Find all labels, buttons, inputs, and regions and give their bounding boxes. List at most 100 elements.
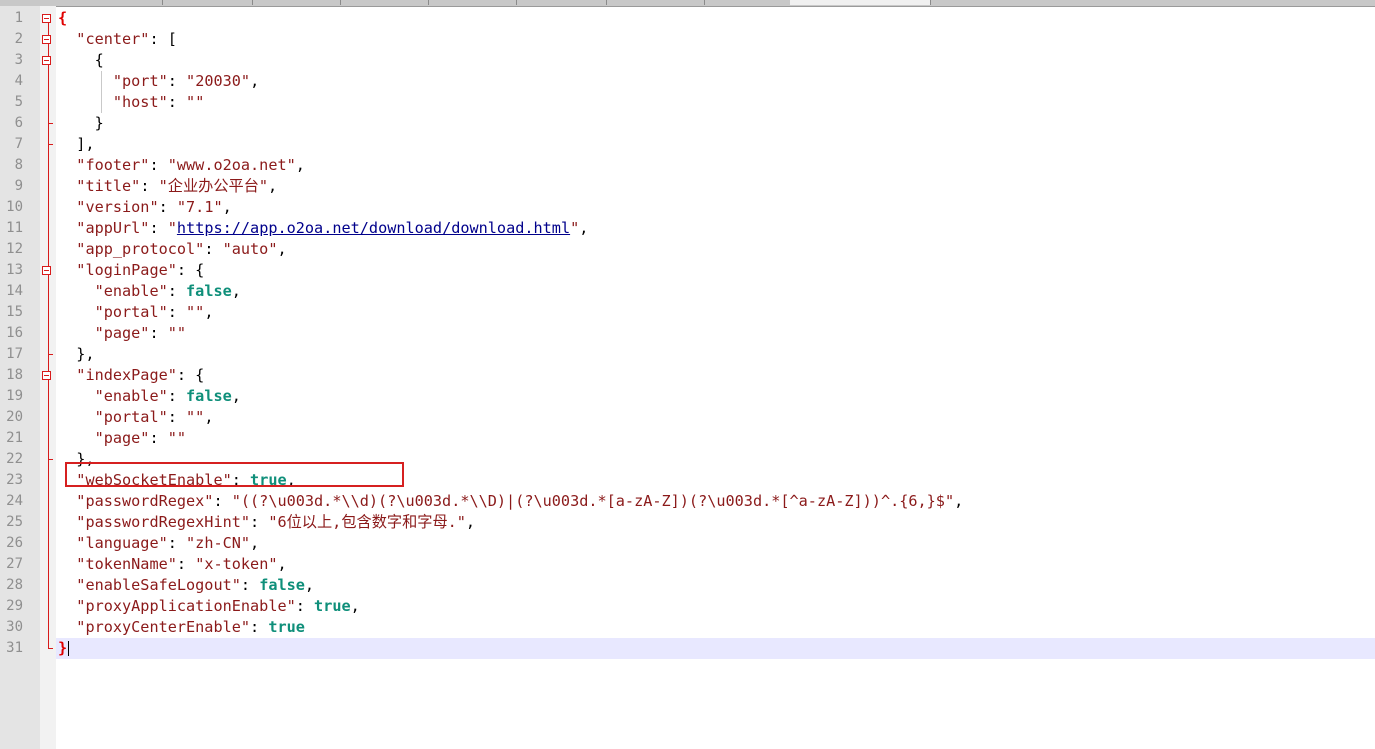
code-text[interactable]: } <box>58 113 104 134</box>
code-text[interactable]: "title": "企业办公平台", <box>58 176 277 197</box>
code-text[interactable]: "portal": "", <box>58 407 214 428</box>
code-text[interactable]: "indexPage": { <box>58 365 204 386</box>
tab[interactable] <box>606 0 705 5</box>
url-link[interactable]: https://app.o2oa.net/download/download.h… <box>177 219 570 237</box>
code-text[interactable]: } <box>58 638 70 659</box>
code-text[interactable]: "version": "7.1", <box>58 197 231 218</box>
code-line[interactable]: 7 ], <box>0 134 1375 155</box>
code-text[interactable]: "tokenName": "x-token", <box>58 554 286 575</box>
code-text[interactable]: "loginPage": { <box>58 260 204 281</box>
tab[interactable] <box>516 0 607 5</box>
code-token: : <box>167 534 187 552</box>
text-caret <box>68 641 70 656</box>
code-text[interactable]: "host": "" <box>58 92 204 113</box>
code-line[interactable]: 15 "portal": "", <box>0 302 1375 323</box>
code-token: : <box>167 72 187 90</box>
code-text[interactable]: "portal": "", <box>58 302 214 323</box>
tab[interactable] <box>72 0 163 5</box>
code-line[interactable]: 17 }, <box>0 344 1375 365</box>
code-text[interactable]: { <box>58 50 104 71</box>
code-text[interactable]: }, <box>58 344 94 365</box>
code-token: "version" <box>76 198 159 216</box>
code-line[interactable]: 3 { <box>0 50 1375 71</box>
code-token: "auto" <box>222 240 278 258</box>
fold-toggle-icon[interactable] <box>42 56 51 65</box>
code-line[interactable]: 27 "tokenName": "x-token", <box>0 554 1375 575</box>
tab[interactable] <box>252 0 341 5</box>
code-line[interactable]: 31} <box>6 638 1375 659</box>
line-number: 14 <box>6 283 23 299</box>
fold-toggle-icon[interactable] <box>42 266 51 275</box>
code-text[interactable]: "footer": "www.o2oa.net", <box>58 155 305 176</box>
code-token: "passwordRegexHint" <box>76 513 251 531</box>
code-text[interactable]: "passwordRegexHint": "6位以上,包含数字和字母.", <box>58 512 475 533</box>
code-text[interactable]: "page": "" <box>58 323 186 344</box>
code-text[interactable]: "enable": false, <box>58 386 241 407</box>
code-line[interactable]: 6 } <box>0 113 1375 134</box>
code-line[interactable]: 25 "passwordRegexHint": "6位以上,包含数字和字母.", <box>0 512 1375 533</box>
fold-toggle-icon[interactable] <box>42 371 51 380</box>
code-line[interactable]: 29 "proxyApplicationEnable": true, <box>0 596 1375 617</box>
line-number: 27 <box>6 556 23 572</box>
code-line[interactable]: 1{ <box>0 8 1375 29</box>
code-line[interactable]: 5 "host": "" <box>0 92 1375 113</box>
code-text[interactable]: "port": "20030", <box>58 71 259 92</box>
code-token: false <box>259 576 305 594</box>
line-number: 12 <box>6 241 23 257</box>
code-line[interactable]: 12 "app_protocol": "auto", <box>0 239 1375 260</box>
code-line[interactable]: 8 "footer": "www.o2oa.net", <box>0 155 1375 176</box>
code-token: ], <box>58 135 95 153</box>
code-text[interactable]: "language": "zh-CN", <box>58 533 259 554</box>
code-text[interactable]: "proxyCenterEnable": true <box>58 617 305 638</box>
code-token: : <box>176 555 196 573</box>
code-line[interactable]: 9 "title": "企业办公平台", <box>0 176 1375 197</box>
code-token: : <box>167 303 187 321</box>
code-text[interactable]: "proxyApplicationEnable": true, <box>58 596 359 617</box>
tab[interactable] <box>340 0 429 5</box>
code-text[interactable]: "app_protocol": "auto", <box>58 239 286 260</box>
code-line[interactable]: 16 "page": "" <box>0 323 1375 344</box>
code-line[interactable]: 19 "enable": false, <box>0 386 1375 407</box>
line-number: 7 <box>14 136 23 152</box>
code-line[interactable]: 14 "enable": false, <box>0 281 1375 302</box>
code-line[interactable]: 30 "proxyCenterEnable": true <box>0 617 1375 638</box>
highlight-annotation-box <box>65 462 404 487</box>
code-line[interactable]: 11 "appUrl": "https://app.o2oa.net/downl… <box>0 218 1375 239</box>
code-line[interactable]: 26 "language": "zh-CN", <box>0 533 1375 554</box>
code-text[interactable]: "enable": false, <box>58 281 241 302</box>
code-text[interactable]: "appUrl": "https://app.o2oa.net/download… <box>58 218 588 239</box>
code-line[interactable]: 2 "center": [ <box>0 29 1375 50</box>
code-token: "portal" <box>94 408 168 426</box>
code-line[interactable]: 21 "page": "" <box>0 428 1375 449</box>
tab[interactable] <box>162 0 253 5</box>
fold-toggle-icon[interactable] <box>42 35 51 44</box>
code-text[interactable]: "center": [ <box>58 29 177 50</box>
tab-active[interactable] <box>790 0 931 5</box>
code-line[interactable]: 20 "portal": "", <box>0 407 1375 428</box>
code-line[interactable]: 10 "version": "7.1", <box>0 197 1375 218</box>
code-text[interactable]: "enableSafeLogout": false, <box>58 575 314 596</box>
code-line[interactable]: 4 "port": "20030", <box>0 71 1375 92</box>
code-editor[interactable]: 1{2 "center": [3 {4 "port": "20030", 5 "h… <box>0 6 1375 749</box>
code-text[interactable]: ], <box>58 134 95 155</box>
tab[interactable] <box>704 0 791 5</box>
code-token: : <box>140 177 159 195</box>
fold-toggle-icon[interactable] <box>42 14 51 23</box>
code-line[interactable]: 18 "indexPage": { <box>0 365 1375 386</box>
tab[interactable] <box>428 0 517 5</box>
code-token: , <box>231 282 241 300</box>
code-text[interactable]: "passwordRegex": "((?\u003d.*\\d)(?\u003… <box>58 491 963 512</box>
code-text[interactable]: "page": "" <box>58 428 186 449</box>
code-token: "appUrl" <box>76 219 150 237</box>
code-line[interactable]: 13 "loginPage": { <box>0 260 1375 281</box>
code-line[interactable]: 24 "passwordRegex": "((?\u003d.*\\d)(?\u… <box>0 491 1375 512</box>
code-token: "portal" <box>94 303 168 321</box>
code-line[interactable]: 28 "enableSafeLogout": false, <box>0 575 1375 596</box>
code-token: , <box>204 303 214 321</box>
code-text[interactable]: { <box>58 8 67 29</box>
